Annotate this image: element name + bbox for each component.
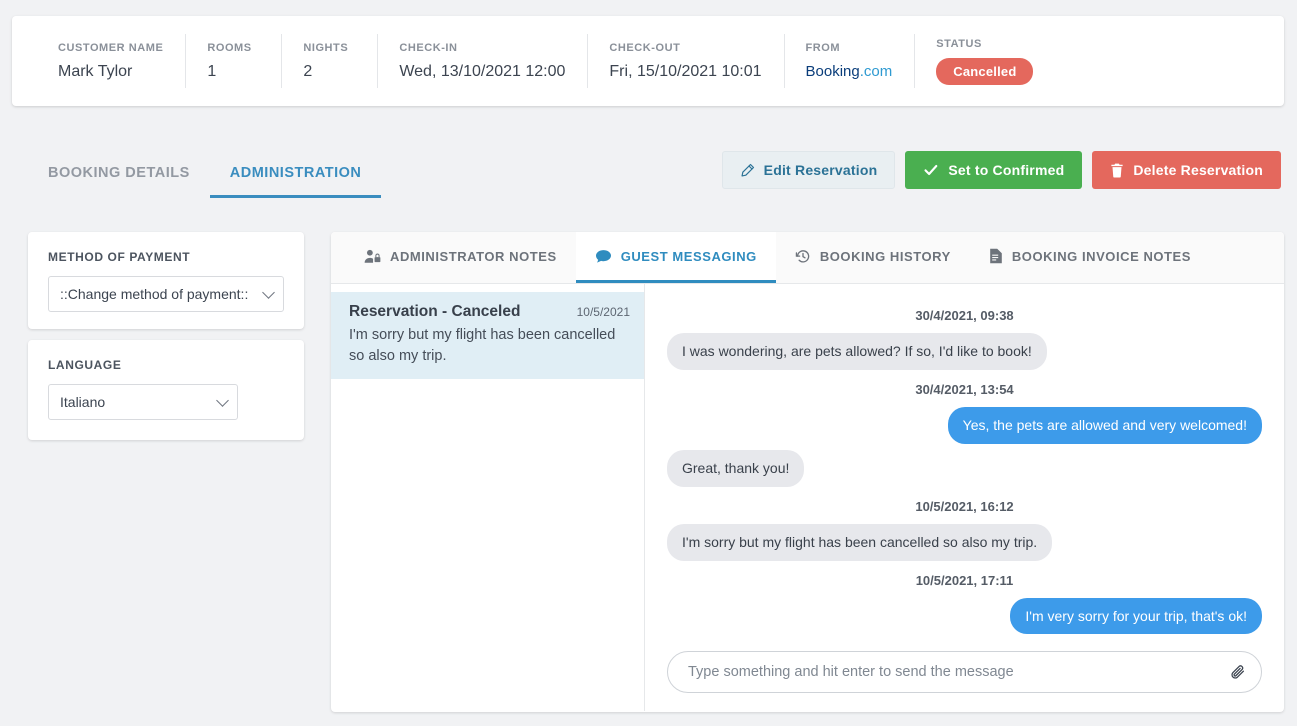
chat-bubble-incoming: I'm sorry but my flight has been cancell… <box>667 523 1053 561</box>
chat-message-row: I'm very sorry for your trip, that's ok! <box>667 597 1262 635</box>
method-of-payment-card: METHOD OF PAYMENT ::Change method of pay… <box>28 232 304 329</box>
tab-guest-messaging[interactable]: GUEST MESSAGING <box>575 232 776 283</box>
chevron-down-icon <box>262 286 275 299</box>
delete-reservation-label: Delete Reservation <box>1133 162 1263 178</box>
chat-bubble-outgoing: I'm very sorry for your trip, that's ok! <box>1010 597 1262 635</box>
chat-message-row: I was wondering, are pets allowed? If so… <box>667 333 1262 370</box>
reservation-summary-card: CUSTOMER NAME Mark Tylor ROOMS 1 NIGHTS … <box>12 16 1284 106</box>
method-of-payment-label: METHOD OF PAYMENT <box>48 250 191 264</box>
summary-label: CHECK-OUT <box>609 41 681 54</box>
chat-timestamp: 10/5/2021, 17:11 <box>915 572 1014 588</box>
summary-field-from: FROM Booking.com <box>783 16 915 106</box>
method-of-payment-value: ::Change method of payment:: <box>60 286 249 302</box>
history-clock-icon <box>795 249 811 264</box>
chat-bubble-icon <box>595 249 612 264</box>
edit-reservation-label: Edit Reservation <box>763 162 878 178</box>
booking-source-link[interactable]: Booking.com <box>806 63 893 80</box>
summary-value: Wed, 13/10/2021 12:00 <box>399 62 566 80</box>
pencil-icon <box>740 163 755 178</box>
summary-label: ROOMS <box>207 41 252 54</box>
summary-value: 2 <box>303 62 313 80</box>
conversation-snippet: I'm sorry but my flight has been cancell… <box>349 327 616 364</box>
summary-field-check-in: CHECK-IN Wed, 13/10/2021 12:00 <box>377 16 587 106</box>
summary-field-rooms: ROOMS 1 <box>185 16 281 106</box>
summary-value: 1 <box>207 62 217 80</box>
language-label: LANGUAGE <box>48 358 122 372</box>
chat-message-row: I'm sorry but my flight has been cancell… <box>667 523 1262 561</box>
chat-timestamp: 30/4/2021, 13:54 <box>915 381 1014 397</box>
invoice-document-icon <box>989 248 1003 264</box>
chevron-down-icon <box>216 394 229 407</box>
summary-value: Mark Tylor <box>58 62 133 80</box>
action-buttons: Edit Reservation Set to Confirmed Delete… <box>721 151 1281 189</box>
tab-booking-invoice-notes[interactable]: BOOKING INVOICE NOTES <box>970 232 1210 283</box>
tab-booking-details[interactable]: BOOKING DETAILS <box>28 165 210 198</box>
conversation-date: 10/5/2021 <box>576 305 630 319</box>
user-lock-icon <box>364 249 381 264</box>
summary-value: Fri, 15/10/2021 10:01 <box>609 62 762 80</box>
tab-administrator-notes[interactable]: ADMINISTRATOR NOTES <box>345 232 576 283</box>
page-toolbar: BOOKING DETAILS ADMINISTRATION Edit Rese… <box>12 146 1284 198</box>
summary-field-customer-name: CUSTOMER NAME Mark Tylor <box>30 16 185 106</box>
tab-booking-invoice-notes-label: BOOKING INVOICE NOTES <box>1011 248 1191 264</box>
summary-field-nights: NIGHTS 2 <box>281 16 377 106</box>
chat-bubble-incoming: I was wondering, are pets allowed? If so… <box>667 333 1047 370</box>
message-input-wrapper <box>667 651 1262 693</box>
chat-bubble-outgoing: Yes, the pets are allowed and very welco… <box>947 406 1262 444</box>
tab-booking-history[interactable]: BOOKING HISTORY <box>776 232 970 283</box>
chat-scroll-area[interactable]: 30/4/2021, 09:38 I was wondering, are pe… <box>645 284 1284 645</box>
edit-reservation-button[interactable]: Edit Reservation <box>721 151 896 189</box>
set-to-confirmed-button[interactable]: Set to Confirmed <box>905 151 1083 189</box>
method-of-payment-select[interactable]: ::Change method of payment:: <box>48 276 284 312</box>
set-to-confirmed-label: Set to Confirmed <box>948 162 1065 178</box>
trash-icon <box>1110 163 1124 178</box>
list-item[interactable]: Reservation - Canceled 10/5/2021 I'm sor… <box>331 292 644 380</box>
language-select[interactable]: Italiano <box>48 384 238 420</box>
summary-label: NIGHTS <box>303 41 349 54</box>
booking-tld-text: .com <box>859 63 893 80</box>
summary-field-check-out: CHECK-OUT Fri, 15/10/2021 10:01 <box>587 16 783 106</box>
message-composer <box>645 645 1284 711</box>
tab-administrator-notes-label: ADMINISTRATOR NOTES <box>390 248 557 264</box>
conversation-list: Reservation - Canceled 10/5/2021 I'm sor… <box>331 284 645 711</box>
message-input[interactable] <box>686 652 1217 692</box>
conversation-title: Reservation - Canceled <box>349 303 521 320</box>
tab-booking-history-label: BOOKING HISTORY <box>819 248 951 264</box>
chat-message-row: Yes, the pets are allowed and very welco… <box>667 406 1262 444</box>
check-icon <box>923 162 939 178</box>
language-value: Italiano <box>60 394 106 410</box>
conversation-header: Reservation - Canceled 10/5/2021 <box>349 303 630 321</box>
summary-label: FROM <box>805 42 841 54</box>
tab-guest-messaging-label: GUEST MESSAGING <box>620 248 757 264</box>
tab-administration[interactable]: ADMINISTRATION <box>209 165 382 198</box>
main-tabs: BOOKING DETAILS ADMINISTRATION <box>28 165 382 198</box>
chat-timestamp: 30/4/2021, 09:38 <box>915 308 1014 323</box>
paperclip-icon[interactable] <box>1227 661 1249 683</box>
chat-timestamp: 10/5/2021, 16:12 <box>915 498 1014 514</box>
chat-thread: 30/4/2021, 09:38 I was wondering, are pe… <box>645 284 1284 711</box>
guest-messaging-body: Reservation - Canceled 10/5/2021 I'm sor… <box>331 284 1284 711</box>
summary-label: CUSTOMER NAME <box>58 41 164 54</box>
page-root: CUSTOMER NAME Mark Tylor ROOMS 1 NIGHTS … <box>0 0 1297 726</box>
administration-panel: ADMINISTRATOR NOTES GUEST MESSAGING BOOK… <box>331 232 1284 712</box>
booking-brand-text: Booking <box>805 63 860 80</box>
summary-field-status: STATUS Cancelled <box>914 16 1055 106</box>
administration-tabs: ADMINISTRATOR NOTES GUEST MESSAGING BOOK… <box>331 232 1284 284</box>
chat-bubble-incoming: Great, thank you! <box>667 449 805 487</box>
status-badge: Cancelled <box>936 57 1034 85</box>
summary-label: STATUS <box>936 37 982 50</box>
summary-label: CHECK-IN <box>399 41 458 54</box>
delete-reservation-button[interactable]: Delete Reservation <box>1092 151 1281 189</box>
language-card: LANGUAGE Italiano <box>28 340 304 440</box>
chat-message-row: Great, thank you! <box>667 449 1262 487</box>
